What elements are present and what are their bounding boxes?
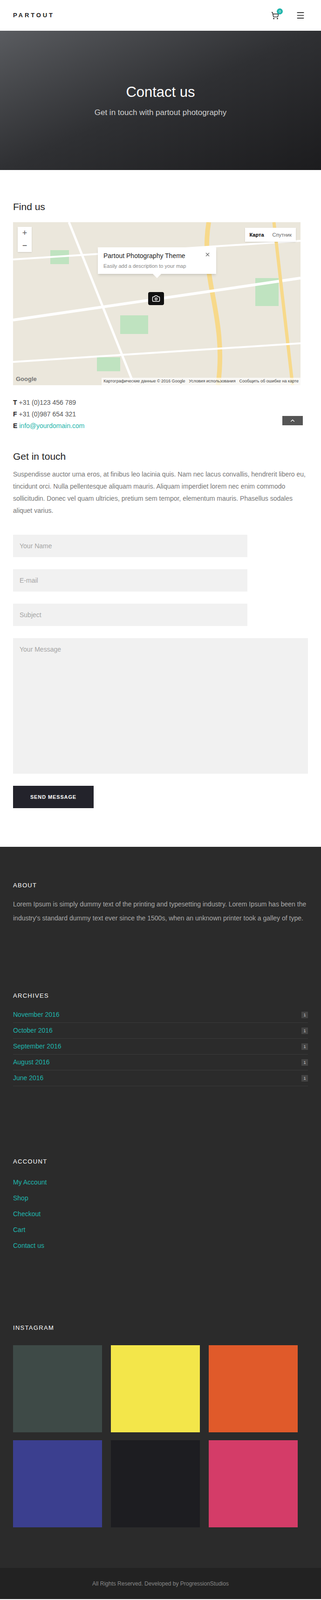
contact-line: F +31 (0)987 654 321: [13, 408, 308, 421]
archive-item[interactable]: September 20161: [13, 1038, 308, 1055]
account-heading: ACCOUNT: [13, 1158, 308, 1166]
zoom-control: +−: [17, 226, 32, 253]
contact-value[interactable]: info@yourdomain.com: [19, 422, 85, 430]
account-link[interactable]: Shop: [13, 1190, 308, 1207]
zoom-button[interactable]: −: [17, 239, 32, 253]
map-marker[interactable]: [148, 292, 164, 306]
account-link[interactable]: Contact us: [13, 1237, 308, 1254]
scroll-top-button[interactable]: [282, 416, 303, 426]
hero-title: Contact us: [125, 82, 195, 102]
contact-form: SEND MESSAGE: [13, 534, 308, 809]
archives-heading: ARCHIVES: [13, 992, 308, 1000]
account-list: My AccountShopCheckoutCartContact us: [13, 1174, 308, 1254]
contact-info: T +31 (0)123 456 789F +31 (0)987 654 321…: [13, 396, 308, 432]
menu-icon[interactable]: [295, 10, 306, 21]
map[interactable]: +− КартаСпутник Partout Photography Theme E…: [13, 222, 301, 386]
instagram-grid: [13, 1345, 308, 1528]
hero: Contact us Get in touch with partout phot…: [0, 30, 321, 171]
archive-item[interactable]: November 20161: [13, 1007, 308, 1024]
instagram-tile[interactable]: [208, 1345, 298, 1433]
page: PARTOUT 0 Contact us Get in touch with part…: [0, 0, 321, 1600]
instagram-tile[interactable]: [208, 1440, 298, 1528]
popup-text: Easily add a description to your map: [103, 262, 211, 270]
google-logo: Google: [15, 374, 37, 384]
archive-item[interactable]: June 20161: [13, 1070, 308, 1087]
map-attribution: Картографические данные © 2016 Google Усл…: [101, 377, 301, 386]
attribution-text[interactable]: Сообщить об ошибке на карте: [239, 378, 299, 385]
archive-count: 1: [301, 1075, 308, 1082]
header-actions: 0: [271, 10, 308, 21]
form-field[interactable]: [13, 534, 248, 558]
account-link[interactable]: Cart: [13, 1222, 308, 1238]
chevron-up-icon: [289, 417, 296, 424]
archive-item[interactable]: October 20161: [13, 1023, 308, 1039]
account-link[interactable]: My Account: [13, 1174, 308, 1191]
instagram-tile[interactable]: [110, 1345, 200, 1433]
instagram-tile[interactable]: [13, 1440, 103, 1528]
camera-icon: [151, 294, 161, 303]
message-field[interactable]: [13, 638, 308, 774]
map-type-button[interactable]: Карта: [245, 227, 268, 242]
send-button[interactable]: SEND MESSAGE: [13, 785, 94, 809]
header: PARTOUT 0: [0, 0, 321, 31]
contact-line: E info@yourdomain.com: [13, 420, 308, 432]
find-us-heading: Find us: [13, 201, 308, 213]
cart-button[interactable]: 0: [271, 11, 280, 20]
footer: ABOUT Lorem Ipsum is simply dummy text of…: [0, 846, 321, 1569]
instagram-tile[interactable]: [110, 1440, 200, 1528]
account-link[interactable]: Checkout: [13, 1206, 308, 1223]
bottom-bar: All Rights Reserved. Developed by Progre…: [0, 1568, 321, 1600]
close-icon[interactable]: [204, 251, 211, 258]
content: Find us +− КартаСпутник Partout Photography…: [0, 201, 321, 847]
instagram-tile[interactable]: [13, 1345, 103, 1433]
contact-value: +31 (0)987 654 321: [18, 410, 76, 418]
get-in-touch-heading: Get in touch: [13, 450, 308, 463]
logo[interactable]: PARTOUT: [13, 10, 55, 21]
contact-value: +31 (0)123 456 789: [18, 398, 76, 407]
form-field[interactable]: [13, 569, 248, 592]
hero-subtitle: Get in touch with partout photography: [94, 107, 227, 119]
map-popup: Partout Photography Theme Easily add a de…: [97, 247, 217, 274]
archive-count: 1: [301, 1027, 308, 1035]
cart-badge: 0: [276, 8, 283, 15]
map-type-button[interactable]: Спутник: [268, 227, 296, 242]
form-field[interactable]: [13, 603, 248, 627]
attribution-text[interactable]: Условия использования: [189, 378, 236, 385]
intro-text: Suspendisse auctor urna eros, at finibus…: [13, 468, 308, 517]
contact-line: T +31 (0)123 456 789: [13, 396, 308, 409]
map-type-control: КартаСпутник: [245, 227, 296, 242]
archive-count: 1: [301, 1011, 308, 1019]
attribution-text: Картографические данные © 2016 Google: [103, 378, 185, 385]
popup-title: Partout Photography Theme: [103, 251, 186, 260]
archive-item[interactable]: August 20161: [13, 1054, 308, 1071]
archives-list: November 20161October 20161September 201…: [13, 1007, 308, 1087]
zoom-button[interactable]: +: [17, 226, 32, 240]
instagram-heading: INSTAGRAM: [13, 1324, 308, 1332]
archive-count: 1: [301, 1043, 308, 1051]
copyright: All Rights Reserved. Developed by Progre…: [92, 1579, 229, 1589]
about-heading: ABOUT: [13, 882, 308, 889]
archive-count: 1: [301, 1059, 308, 1066]
about-text: Lorem Ipsum is simply dummy text of the …: [13, 897, 308, 926]
